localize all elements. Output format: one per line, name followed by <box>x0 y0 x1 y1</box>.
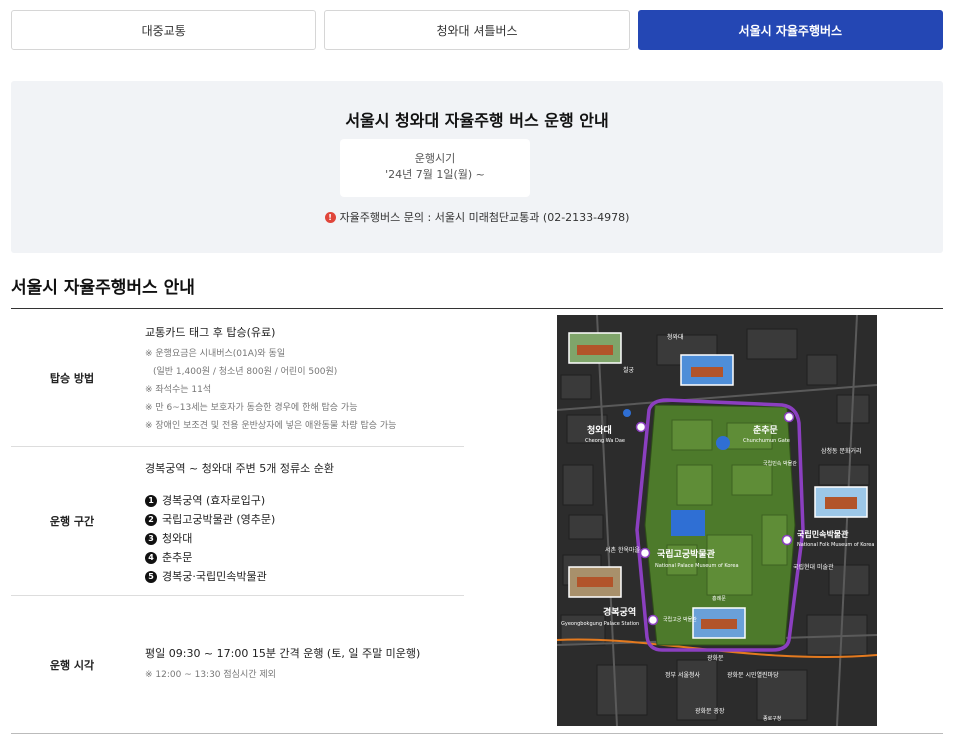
section-title: 서울시 자율주행버스 안내 <box>11 278 195 298</box>
row-body-route: 경복궁역 ~ 청와대 주변 5개 정류소 순환 1 경복궁역 (효자로입구) 2국… <box>145 447 464 586</box>
tab-bar: 대중교통 청와대 셔틀버스 서울시 자율주행버스 <box>11 10 943 50</box>
tab-autonomous-bus[interactable]: 서울시 자율주행버스 <box>637 10 943 50</box>
map-label-seochon: 서촌 한옥마을 <box>605 546 641 554</box>
row-hours: 운행 시각 평일 09:30 ~ 17:00 15분 간격 운행 (토, 일 주… <box>11 596 464 734</box>
route-lead: 경복궁역 ~ 청와대 주변 5개 정류소 순환 <box>145 462 334 475</box>
hours-note: ※ 12:00 ~ 13:30 점심시간 제외 <box>145 670 276 680</box>
stop-name: 청와대 <box>162 532 193 545</box>
stop-item: 2 국립고궁박물관 (영추문) <box>145 510 464 529</box>
stop-item: 3 청와대 <box>145 529 464 548</box>
map-label-chilgung: 칠궁 <box>623 366 635 374</box>
map-label-chunchumun: 춘추문 <box>753 424 778 436</box>
route-map: 청와대 Cheong Wa Dae 춘추문 Chunchumun Gate 국립… <box>557 315 877 726</box>
tab-cheongwadae-shuttle[interactable]: 청와대 셔틀버스 <box>324 10 630 50</box>
stop-number-badge: 5 <box>145 570 157 583</box>
stop-name: 경복궁·국립민속박물관 <box>162 570 267 583</box>
map-label-mmca: 국립현대 미술관 <box>793 563 834 571</box>
row-head-hours: 운행 시각 <box>49 659 95 672</box>
info-icon: ! <box>324 211 336 223</box>
contact-text: 자율주행버스 문의 : 서울시 미래첨단교통과 (02-2133-4978) <box>339 211 630 224</box>
stop-number-badge: 2 <box>145 513 157 526</box>
stop-name: 국립고궁박물관 (영추문) <box>162 513 276 526</box>
boarding-note: (일반 1,400원 / 청소년 800원 / 어린이 500원) <box>153 367 338 377</box>
period-label: 운행시기 <box>414 152 456 165</box>
period-box: 운행시기 '24년 7월 1일(월) ~ <box>340 139 530 197</box>
stop-number-badge: 1 <box>145 494 157 507</box>
stop-list: 1 경복궁역 (효자로입구) 2 국립고궁박물관 (영추문) 3 청와대 4 춘추문 5… <box>145 491 464 586</box>
map-label-plaza: 광화문 광장 <box>695 707 725 715</box>
contact-info: ! 자율주행버스 문의 : 서울시 미래첨단교통과 (02-2133-4978) <box>11 209 943 225</box>
boarding-note: ※ 운행요금은 시내버스(01A)와 동일 <box>145 349 286 359</box>
map-label-folk: 국립민속박물관 <box>797 529 849 539</box>
boarding-note: ※ 장애인 보조견 및 전용 운반상자에 넣은 애완동물 차량 탑승 가능 <box>145 421 397 431</box>
map-label-folk-en: National Folk Museum of Korea <box>797 542 874 548</box>
boarding-note: ※ 좌석수는 11석 <box>145 385 212 395</box>
map-label-gwanghwamun-sq: 광화문 시민열린마당 <box>727 671 779 679</box>
notice-title: 서울시 청와대 자율주행 버스 운행 안내 <box>345 111 609 130</box>
stop-name: 춘추문 <box>162 551 193 564</box>
boarding-note: ※ 만 6~13세는 보호자가 동승한 경우에 한해 탑승 가능 <box>145 403 358 413</box>
boarding-lead: 교통카드 태그 후 탑승(유료) <box>145 326 276 339</box>
map-label-chunchumun-en: Chunchumun Gate <box>743 438 790 444</box>
map-label-gbstation-en: Gyeongbokgung Palace Station <box>561 621 639 627</box>
row-body-boarding: 교통카드 태그 후 탑승(유료) ※ 운행요금은 시내버스(01A)와 동일 (… <box>145 309 464 435</box>
notice-box: 서울시 청와대 자율주행 버스 운행 안내 운행시기 '24년 7월 1일(월)… <box>11 81 943 253</box>
hours-lead: 평일 09:30 ~ 17:00 15분 간격 운행 (토, 일 주말 미운행) <box>145 647 421 660</box>
stop-item: 5 경복궁·국립민속박물관 <box>145 567 464 586</box>
map-label-museum: 국립고궁박물관 <box>657 548 716 560</box>
period-value: '24년 7월 1일(월) ~ <box>385 168 485 181</box>
map-label-samcheong: 삼청동 문화거리 <box>821 447 862 455</box>
stop-item: 1 경복궁역 (효자로입구) <box>145 491 464 510</box>
map-label-palace-museum-small: 국립고궁 박물관 <box>663 616 697 623</box>
map-label-jongno: 종로구청 <box>763 716 781 722</box>
map-label-cheongwadae: 청와대 <box>587 424 612 436</box>
map-label-gbstation: 경복궁역 <box>603 606 636 618</box>
row-boarding: 탑승 방법 교통카드 태그 후 탑승(유료) ※ 운행요금은 시내버스(01A)… <box>11 309 464 447</box>
map-label-cheongwadae-en: Cheong Wa Dae <box>585 438 625 444</box>
map-label-folk-small: 국립민속 박물관 <box>763 460 797 467</box>
tab-public-transport[interactable]: 대중교통 <box>11 10 317 50</box>
row-route: 운행 구간 경복궁역 ~ 청와대 주변 5개 정류소 순환 1 경복궁역 (효자로… <box>11 447 464 596</box>
map-label-museum-en: National Palace Museum of Korea <box>655 563 739 569</box>
map-label-top-cheongwadae: 청와대 <box>667 333 684 341</box>
table-bottom-divider <box>11 733 943 734</box>
map-label-heungryemun: 흥례문 <box>712 595 726 602</box>
map-label-gov: 정부 서울청사 <box>665 671 701 679</box>
info-table: 탑승 방법 교통카드 태그 후 탑승(유료) ※ 운행요금은 시내버스(01A)… <box>11 309 464 734</box>
row-head-boarding: 탑승 방법 <box>49 371 95 385</box>
stop-item: 4 춘추문 <box>145 548 464 567</box>
stop-number-badge: 4 <box>145 551 157 564</box>
map-label-gwanghwamun: 광화문 <box>707 655 724 662</box>
stop-name: 경복궁역 (효자로입구) <box>162 494 266 507</box>
stop-number-badge: 3 <box>145 532 157 545</box>
row-head-route: 운행 구간 <box>49 515 95 528</box>
row-body-hours: 평일 09:30 ~ 17:00 15분 간격 운행 (토, 일 주말 미운행)… <box>145 596 464 684</box>
route-map-svg: 청와대 Cheong Wa Dae 춘추문 Chunchumun Gate 국립… <box>557 315 877 726</box>
